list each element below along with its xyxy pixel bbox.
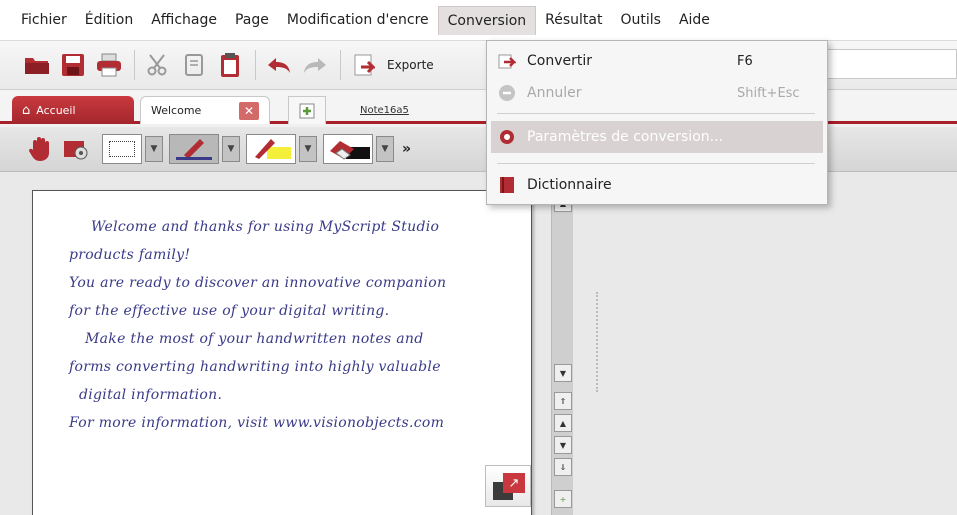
open-folder-icon[interactable] — [22, 50, 52, 80]
dictionary-book-icon — [497, 175, 517, 195]
cut-icon[interactable] — [143, 50, 173, 80]
handwriting-line: You are ready to discover an innovative … — [69, 275, 447, 291]
pen-color-swatch[interactable] — [169, 134, 219, 164]
settings-gear-icon[interactable] — [60, 134, 92, 164]
menu-outils[interactable]: Outils — [611, 6, 669, 34]
highlighter-swatch[interactable] — [246, 134, 296, 164]
menu-edition[interactable]: Édition — [76, 6, 142, 34]
copy-icon[interactable] — [179, 50, 209, 80]
redo-icon[interactable] — [300, 50, 330, 80]
handwriting-line: for the effective use of your digital wr… — [69, 303, 390, 319]
tab-note[interactable]: Note16a5 — [350, 96, 419, 124]
undo-icon[interactable] — [264, 50, 294, 80]
home-icon: ⌂ — [22, 102, 31, 118]
eraser-swatch[interactable] — [323, 134, 373, 164]
menu-affichage[interactable]: Affichage — [142, 6, 226, 34]
menu-separator — [497, 113, 815, 114]
chevron-down-icon[interactable]: ▼ — [145, 136, 163, 162]
menu-modification-encre[interactable]: Modification d'encre — [278, 6, 438, 34]
selection-rect-icon[interactable] — [102, 134, 142, 164]
settings-gear-icon — [497, 127, 517, 147]
handwriting-line: digital information. — [79, 387, 223, 403]
menu-resultat[interactable]: Résultat — [536, 6, 611, 34]
chevron-down-icon[interactable]: ▼ — [299, 136, 317, 162]
scroll-down-icon[interactable]: ▼ — [554, 364, 572, 382]
tab-label: Accueil — [36, 103, 76, 117]
tab-accueil[interactable]: ⌂ Accueil — [12, 96, 134, 124]
menu-bar: Fichier Édition Affichage Page Modificat… — [0, 0, 957, 40]
convert-icon — [497, 51, 517, 71]
menu-item-label: Dictionnaire — [527, 177, 612, 193]
tab-label: Welcome — [151, 104, 202, 117]
menu-shortcut: Shift+Esc — [737, 85, 800, 101]
toolbar-separator — [340, 50, 341, 80]
scroll-prev-icon[interactable]: ▲ — [554, 414, 572, 432]
handwriting-line: Make the most of your handwritten notes … — [85, 331, 424, 347]
chevron-down-icon[interactable]: ▼ — [222, 136, 240, 162]
menu-item-annuler[interactable]: Annuler Shift+Esc — [491, 77, 823, 109]
menu-page[interactable]: Page — [226, 6, 278, 34]
scroll-first-icon[interactable]: ⇑ — [554, 392, 572, 410]
save-icon[interactable] — [58, 50, 88, 80]
close-icon[interactable]: ✕ — [239, 101, 259, 120]
chevron-down-icon[interactable]: ▼ — [376, 136, 394, 162]
handwriting-line: Welcome and thanks for using MyScript St… — [91, 219, 440, 235]
document-workspace: Welcome and thanks for using MyScript St… — [0, 172, 957, 515]
print-icon[interactable] — [94, 50, 124, 80]
vertical-scrollbar[interactable]: ▲ ▼ ⇑ ▲ ▼ ⇓ + — [551, 194, 573, 515]
add-page-icon[interactable]: + — [554, 490, 572, 508]
toolbar-separator — [255, 50, 256, 80]
menu-item-label: Annuler — [527, 85, 582, 101]
expand-view-button[interactable]: ↗ — [485, 465, 531, 507]
handwriting-page[interactable]: Welcome and thanks for using MyScript St… — [32, 190, 532, 515]
menu-aide[interactable]: Aide — [670, 6, 719, 34]
menu-separator — [497, 163, 815, 164]
scroll-next-icon[interactable]: ▼ — [554, 436, 572, 454]
handwriting-line: forms converting handwriting into highly… — [69, 359, 441, 375]
menu-shortcut: F6 — [737, 53, 753, 69]
handwriting-line: products family! — [69, 247, 191, 263]
export-icon[interactable] — [349, 50, 379, 80]
scroll-last-icon[interactable]: ⇓ — [554, 458, 572, 476]
cancel-icon — [497, 83, 517, 103]
toolbar-separator — [134, 50, 135, 80]
menu-item-label: Paramètres de conversion... — [527, 129, 723, 145]
conversion-menu: Convertir F6 Annuler Shift+Esc Paramètre… — [486, 40, 828, 205]
search-field[interactable] — [826, 49, 957, 79]
menu-fichier[interactable]: Fichier — [12, 6, 76, 34]
menu-item-dictionnaire[interactable]: Dictionnaire — [491, 169, 823, 201]
export-label[interactable]: Exporte — [387, 58, 434, 72]
overflow-chevron-icon[interactable]: » — [402, 141, 411, 157]
hand-icon[interactable] — [24, 134, 56, 164]
tab-welcome[interactable]: Welcome ✕ — [140, 96, 270, 124]
splitter-handle[interactable] — [596, 292, 598, 392]
menu-item-parametres-conversion[interactable]: Paramètres de conversion... — [491, 121, 823, 153]
handwriting-line: For more information, visit www.visionob… — [69, 415, 445, 431]
menu-item-convertir[interactable]: Convertir F6 — [491, 45, 823, 77]
new-tab-icon[interactable] — [288, 96, 326, 124]
menu-item-label: Convertir — [527, 53, 593, 69]
menu-conversion[interactable]: Conversion — [437, 5, 537, 35]
paste-icon[interactable] — [215, 50, 245, 80]
expand-arrow-icon: ↗ — [503, 473, 525, 493]
